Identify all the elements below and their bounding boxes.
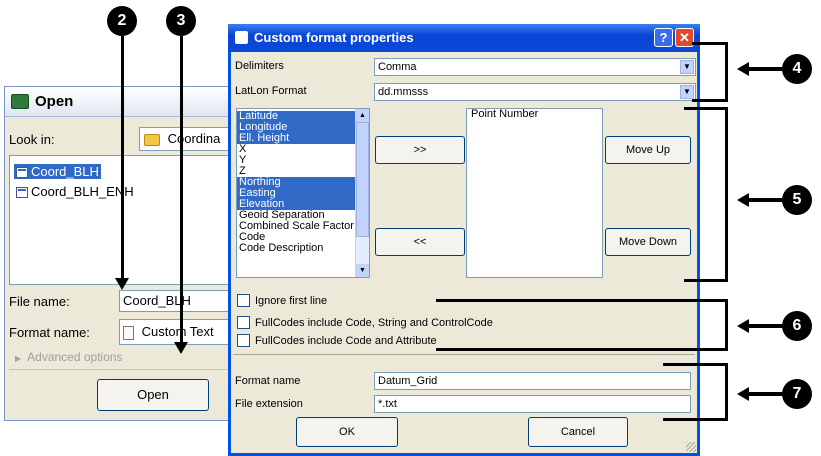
callout-7: 7 [782, 379, 812, 409]
arrowhead-down-icon [115, 278, 129, 290]
fullcodes-control-label: FullCodes include Code, String and Contr… [255, 317, 493, 329]
file-item-coord-blh[interactable]: Coord_BLH [14, 164, 101, 179]
file-item-coord-blh-enh[interactable]: Coord_BLH_ENH [16, 184, 134, 199]
advanced-options-expander[interactable]: ▶ Advanced options [9, 350, 245, 368]
folder-app-icon [11, 94, 29, 109]
callout-4-line [748, 67, 784, 71]
folder-icon [144, 133, 160, 146]
format-name-field-label: Format name [235, 375, 301, 387]
bracket-4 [692, 42, 728, 45]
list-item[interactable]: Point Number [467, 109, 602, 120]
bracket-5 [684, 279, 728, 282]
ignore-first-line-checkbox[interactable] [237, 294, 250, 307]
bracket-5 [684, 107, 728, 110]
list-item[interactable]: Y [237, 155, 355, 166]
file-extension-label: File extension [235, 398, 303, 410]
scroll-down-icon[interactable]: ▼ [356, 264, 369, 277]
open-dialog-title: Open [35, 93, 74, 110]
custom-format-title: Custom format properties [254, 30, 414, 45]
delimiters-value: Comma [378, 61, 417, 73]
file-extension-field[interactable]: *.txt [374, 395, 691, 413]
app-logo-icon [235, 31, 248, 44]
callout-7-line [748, 392, 784, 396]
file-list[interactable]: Coord_BLH Coord_BLH_ENH [9, 155, 245, 285]
open-dialog-titlebar: Open [5, 87, 243, 117]
chevron-down-icon[interactable]: ▼ [680, 85, 694, 99]
ok-button[interactable]: OK [296, 417, 398, 447]
scroll-thumb[interactable] [356, 122, 369, 237]
cancel-button[interactable]: Cancel [528, 417, 628, 447]
resize-grip-icon[interactable] [686, 442, 696, 452]
open-button[interactable]: Open [97, 379, 209, 411]
list-scrollbar[interactable]: ▲ ▼ [355, 109, 369, 277]
triangle-right-icon: ▶ [15, 354, 22, 363]
callout-4: 4 [782, 54, 812, 84]
file-icon [16, 167, 28, 179]
latlon-label: LatLon Format [235, 85, 307, 97]
callout-5: 5 [782, 185, 812, 215]
section-divider [233, 354, 695, 355]
move-up-button[interactable]: Move Up [605, 136, 691, 164]
callout-6-line [748, 324, 784, 328]
list-item[interactable]: X [237, 144, 355, 155]
available-fields-list[interactable]: ▲ ▼ Latitude Longitude Ell. Height X Y Z North… [236, 108, 370, 278]
callout-2: 2 [107, 6, 137, 36]
help-button[interactable]: ? [654, 28, 673, 47]
format-name-field[interactable]: Datum_Grid [374, 372, 691, 390]
latlon-value: dd.mmsss [378, 86, 429, 98]
callout-2-line [121, 36, 124, 280]
scroll-up-icon[interactable]: ▲ [356, 109, 369, 122]
callout-3: 3 [166, 6, 196, 36]
fullcodes-attribute-label: FullCodes include Code and Attribute [255, 335, 437, 347]
file-item-label: Coord_BLH [31, 164, 99, 179]
bracket-6 [436, 348, 728, 351]
bracket-4 [692, 99, 728, 102]
callout-6: 6 [782, 311, 812, 341]
file-item-label: Coord_BLH_ENH [31, 184, 134, 199]
format-name-value: Custom Text [141, 324, 214, 339]
fullcodes-attribute-checkbox[interactable] [237, 334, 250, 347]
look-in-value: Coordina [167, 131, 221, 146]
look-in-label: Look in: [9, 132, 55, 147]
latlon-select[interactable]: dd.mmsss ▼ [374, 83, 696, 101]
custom-format-dialog: Custom format properties ? ✕ Delimiters … [228, 24, 700, 456]
add-field-button[interactable]: >> [375, 136, 465, 164]
advanced-options-label: Advanced options [27, 350, 123, 364]
custom-format-titlebar: Custom format properties ? ✕ [228, 24, 700, 52]
document-icon [123, 325, 134, 340]
delimiters-label: Delimiters [235, 60, 284, 72]
chevron-down-icon[interactable]: ▼ [680, 60, 694, 74]
bracket-7 [663, 363, 728, 366]
bracket-4 [725, 42, 728, 102]
open-dialog: Open Look in: Coordina Coord_BLH Coord_B… [4, 86, 245, 421]
file-name-label: File name: [9, 294, 70, 309]
callout-3-line [180, 36, 183, 344]
arrowhead-down-icon [174, 342, 188, 354]
bracket-6 [436, 299, 728, 302]
bracket-6 [725, 299, 728, 351]
bracket-7 [725, 363, 728, 421]
file-icon [16, 187, 28, 199]
callout-5-line [748, 198, 784, 202]
list-item[interactable]: Code Description [237, 243, 355, 254]
selected-fields-list[interactable]: Point Number [466, 108, 603, 278]
delimiters-select[interactable]: Comma ▼ [374, 58, 696, 76]
remove-field-button[interactable]: << [375, 228, 465, 256]
bracket-5 [725, 107, 728, 282]
move-down-button[interactable]: Move Down [605, 228, 691, 256]
ignore-first-line-label: Ignore first line [255, 295, 328, 307]
fullcodes-control-checkbox[interactable] [237, 316, 250, 329]
format-name-label: Format name: [9, 325, 90, 340]
advanced-divider [9, 369, 245, 370]
bracket-7 [663, 418, 728, 421]
list-item[interactable]: Ell. Height [237, 133, 355, 144]
